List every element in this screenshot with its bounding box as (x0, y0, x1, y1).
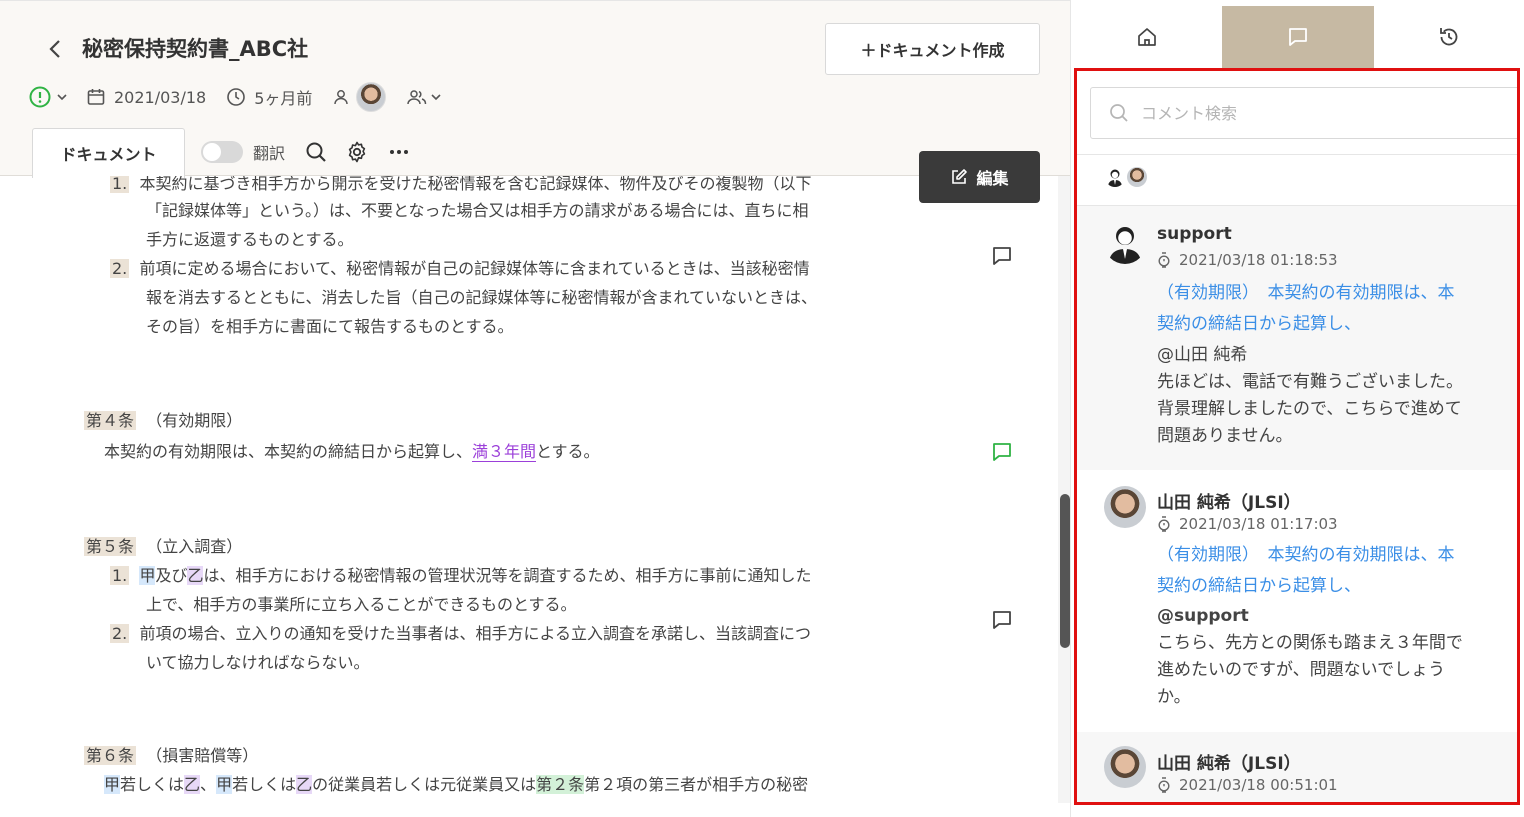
page-title: 秘密保持契約書_ABC社 (82, 37, 309, 61)
comment-search-input[interactable] (1141, 103, 1441, 123)
more-options-icon[interactable] (387, 140, 411, 164)
comment-body: @support こちら、先方との関係も踏まえ３年間で 進めたいのですが、問題な… (1157, 603, 1502, 711)
tab-history[interactable] (1373, 6, 1524, 68)
participant-avatars[interactable] (1105, 167, 1147, 187)
paragraph-line: いて協力しなければならない。 (146, 653, 370, 672)
sidebar-tabs (1071, 6, 1524, 68)
paragraph-line: 1. 甲及び乙は、相手方における秘密情報の管理状況等を調査するため、相手方に事前… (110, 566, 812, 585)
person-icon (332, 88, 350, 106)
comment-quote[interactable]: （有効期限） 本契約の有効期限は、本 契約の締結日から起算し、 (1157, 540, 1497, 602)
comment-mention: @support (1157, 606, 1249, 626)
paragraph-line: その旨）を相手方に書面にて報告するものとする。 (146, 317, 514, 336)
document-header: 秘密保持契約書_ABC社 ＋ドキュメント作成 2021/03/18 5ヶ月前 ド… (0, 0, 1070, 178)
article-heading: 第６条 （損害賠償等） (84, 746, 259, 765)
comment-timestamp: 2021/03/18 01:18:53 (1157, 251, 1338, 269)
comment-body: @山田 純希 先ほどは、電話で有難うございました。 背景理解しましたので、こちら… (1157, 342, 1502, 450)
users-icon[interactable] (406, 88, 428, 106)
article-heading: 第４条 （有効期限） (84, 411, 243, 430)
user-avatar (1104, 746, 1146, 788)
relative-time: 5ヶ月前 (254, 89, 313, 108)
owner-avatar[interactable] (356, 82, 387, 112)
scrollbar-track[interactable] (1058, 176, 1070, 803)
edit-label: 編集 (976, 169, 1009, 188)
back-arrow-icon[interactable] (44, 37, 68, 61)
home-icon (1137, 28, 1156, 46)
comment-timestamp: 2021/03/18 01:17:03 (1157, 515, 1338, 533)
comment-icon (1289, 28, 1307, 46)
paragraph-line: 1. 本契約に基づき相手方から開示を受けた秘密情報を含む記録媒体、物件及びその複… (110, 176, 812, 193)
commented-text-link[interactable]: 満３年間 (472, 442, 537, 462)
comment-icon[interactable] (990, 244, 1014, 268)
gear-icon[interactable] (345, 140, 369, 164)
comment-sidebar: support 2021/03/18 01:18:53 （有効期限） 本契約の有… (1070, 0, 1524, 817)
paragraph-line: 「記録媒体等」という。）は、不要となった場合又は相手方の請求がある場合には、直ち… (146, 201, 809, 220)
tab-home[interactable] (1071, 6, 1223, 68)
chevron-down-icon[interactable] (56, 91, 68, 103)
paragraph-line: 上で、相手方の事業所に立ち入ることができるものとする。 (146, 595, 577, 614)
comment-item[interactable]: 山田 純希（JLSI） 2021/03/18 01:17:03 （有効期限） 本… (1077, 470, 1517, 732)
document-body: 1. 本契約に基づき相手方から開示を受けた秘密情報を含む記録媒体、物件及びその複… (0, 176, 1058, 817)
comment-active-icon[interactable] (990, 440, 1014, 464)
translate-label: 翻訳 (253, 144, 286, 163)
clock-icon (226, 87, 246, 107)
comment-author: support (1157, 224, 1232, 244)
support-avatar (1108, 169, 1122, 187)
paragraph-line: 2. 前項に定める場合において、秘密情報が自己の記録媒体等に含まれているときは、… (110, 259, 810, 278)
divider (1077, 154, 1517, 155)
edit-icon (952, 169, 968, 184)
support-avatar (1109, 227, 1141, 264)
comment-author: 山田 純希（JLSI） (1157, 754, 1301, 774)
watch-icon (1158, 777, 1170, 793)
app-root: 秘密保持契約書_ABC社 ＋ドキュメント作成 2021/03/18 5ヶ月前 ド… (0, 0, 1524, 817)
chevron-down-icon[interactable] (430, 91, 442, 103)
article-heading: 第５条 （立入調査） (84, 537, 243, 556)
new-document-button[interactable]: ＋ドキュメント作成 (825, 23, 1040, 75)
comment-mention: @山田 純希 (1157, 345, 1248, 365)
document-pane: 秘密保持契約書_ABC社 ＋ドキュメント作成 2021/03/18 5ヶ月前 ド… (0, 0, 1070, 817)
user-avatar (1127, 167, 1147, 187)
watch-icon (1158, 516, 1170, 532)
watch-icon (1158, 252, 1170, 268)
comment-icon[interactable] (990, 608, 1014, 632)
document-toolbar: ドキュメント 翻訳 (32, 127, 429, 178)
comment-item[interactable]: 山田 純希（JLSI） 2021/03/18 00:51:01 (1077, 732, 1517, 802)
paragraph-line: 報を消去するとともに、消去した旨（自己の記録媒体等に秘密情報が含まれていないとき… (146, 288, 818, 307)
document-meta: 2021/03/18 5ヶ月前 (28, 81, 442, 113)
paragraph-line: 手方に返還するものとする。 (146, 230, 354, 249)
user-avatar (1104, 486, 1146, 528)
scrollbar-thumb[interactable] (1060, 494, 1070, 648)
document-date: 2021/03/18 (114, 87, 207, 107)
comment-search (1090, 87, 1517, 139)
translate-toggle[interactable] (201, 141, 243, 163)
search-icon[interactable] (305, 141, 327, 163)
tab-comments[interactable] (1222, 6, 1374, 68)
comment-panel: support 2021/03/18 01:18:53 （有効期限） 本契約の有… (1074, 68, 1520, 805)
paragraph-line: 本契約の有効期限は、本契約の締結日から起算し、満３年間とする。 (104, 442, 600, 462)
paragraph-line: 2. 前項の場合、立入りの通知を受けた当事者は、相手方による立入調査を承諾し、当… (110, 624, 811, 643)
paragraph-line: 甲若しくは乙、甲若しくは乙の従業員若しくは元従業員又は第２条第２項の第三者が相手… (104, 775, 809, 794)
comment-item[interactable]: support 2021/03/18 01:18:53 （有効期限） 本契約の有… (1077, 206, 1517, 470)
comment-quote[interactable]: （有効期限） 本契約の有効期限は、本 契約の締結日から起算し、 (1157, 278, 1497, 340)
history-icon (1440, 28, 1458, 46)
comment-timestamp: 2021/03/18 00:51:01 (1157, 776, 1338, 794)
tab-document[interactable]: ドキュメント (32, 127, 185, 178)
search-icon (1110, 104, 1128, 122)
status-warning-icon[interactable] (28, 85, 52, 109)
calendar-icon (86, 87, 106, 107)
edit-button[interactable]: 編集 (919, 151, 1040, 203)
comment-author: 山田 純希（JLSI） (1157, 493, 1301, 513)
